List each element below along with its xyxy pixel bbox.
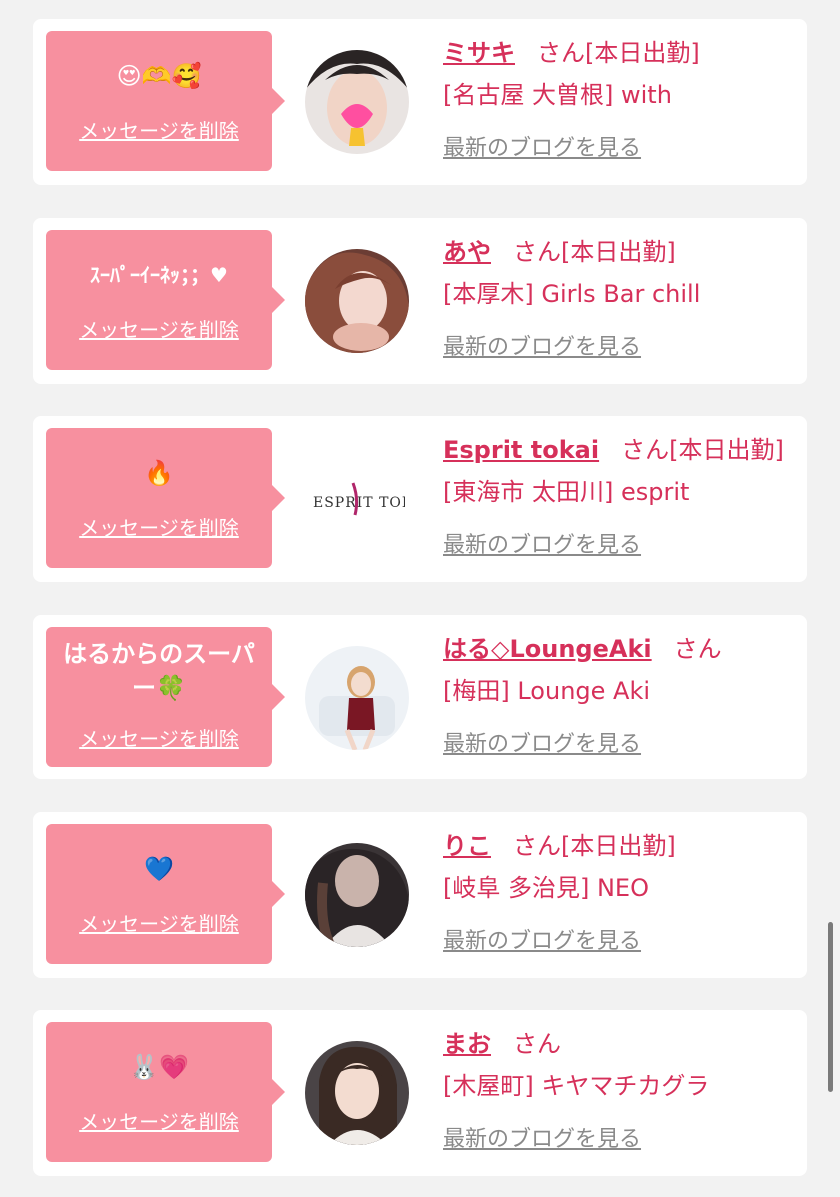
profile-name-link[interactable]: まお <box>443 1030 491 1058</box>
shop-info: [梅田] Lounge Aki <box>443 677 651 705</box>
scrollbar[interactable] <box>828 922 833 1092</box>
shop-info: [本厚木] Girls Bar chill <box>443 280 701 308</box>
latest-blog-link[interactable]: 最新のブログを見る <box>443 922 803 962</box>
message-text: 💙 <box>144 855 174 883</box>
avatar[interactable] <box>305 646 409 750</box>
message-text: 😍🫶🥰 <box>116 62 202 90</box>
delete-message-link[interactable]: メッセージを削除 <box>46 908 272 937</box>
profile-name-link[interactable]: Esprit tokai <box>443 436 599 464</box>
shop-info: [木屋町] キヤマチカグラ <box>443 1072 710 1100</box>
message-bubble: 🐰💗 メッセージを削除 <box>46 1022 285 1162</box>
logo-text: ESPRIT TOKAI <box>313 495 405 511</box>
status-badge: [本日出勤] <box>669 436 784 464</box>
shop-info: [東海市 太田川] esprit <box>443 478 690 506</box>
shop-info: [名古屋 大曽根] with <box>443 81 672 109</box>
profile-name-link[interactable]: はる◇LoungeAki <box>443 635 652 663</box>
latest-blog-link[interactable]: 最新のブログを見る <box>443 725 803 765</box>
shop-info: [岐阜 多治見] NEO <box>443 874 649 902</box>
message-card: はるからのスーパー🍀 メッセージを削除 はる◇LoungeAki さん [梅田] … <box>33 615 807 779</box>
profile-info: はる◇LoungeAki さん [梅田] Lounge Aki 最新のブログを見る <box>443 629 803 765</box>
honorific: さん <box>621 436 670 464</box>
avatar[interactable]: ESPRIT TOKAI <box>305 447 409 551</box>
message-card: 😍🫶🥰 メッセージを削除 ミサキ さん[本日出勤] [名古屋 大曽根] with … <box>33 19 807 185</box>
profile-name-link[interactable]: あや <box>443 238 491 266</box>
honorific: さん <box>673 635 722 663</box>
message-card: 💙 メッセージを削除 りこ さん[本日出勤] [岐阜 多治見] NEO 最新のブロ… <box>33 812 807 978</box>
message-bubble: はるからのスーパー🍀 メッセージを削除 <box>46 627 285 767</box>
profile-info: ミサキ さん[本日出勤] [名古屋 大曽根] with 最新のブログを見る <box>443 33 803 169</box>
message-text: 🐰💗 <box>129 1053 189 1081</box>
avatar[interactable] <box>305 1041 409 1145</box>
profile-info: あや さん[本日出勤] [本厚木] Girls Bar chill 最新のブログを… <box>443 232 803 368</box>
delete-message-link[interactable]: メッセージを削除 <box>46 723 272 752</box>
honorific: さん <box>513 832 561 860</box>
latest-blog-link[interactable]: 最新のブログを見る <box>443 328 803 368</box>
profile-name-link[interactable]: ミサキ <box>443 39 515 67</box>
delete-message-link[interactable]: メッセージを削除 <box>46 314 272 343</box>
honorific: さん <box>537 39 585 67</box>
message-card: 🐰💗 メッセージを削除 まお さん [木屋町] キヤマチカグラ 最新のブログを見る <box>33 1010 807 1176</box>
message-bubble: 😍🫶🥰 メッセージを削除 <box>46 31 285 171</box>
honorific: さん <box>513 238 561 266</box>
delete-message-link[interactable]: メッセージを削除 <box>46 512 272 541</box>
avatar[interactable] <box>305 843 409 947</box>
message-bubble: ｽｰﾊﾟｰｲｰﾈｯ；；♥ メッセージを削除 <box>46 230 285 370</box>
status-badge: [本日出勤] <box>585 39 700 67</box>
esprit-logo: ESPRIT TOKAI <box>305 447 409 551</box>
message-bubble: 🔥 メッセージを削除 <box>46 428 285 568</box>
honorific: さん <box>513 1030 561 1058</box>
profile-info: りこ さん[本日出勤] [岐阜 多治見] NEO 最新のブログを見る <box>443 826 803 962</box>
message-card: ｽｰﾊﾟｰｲｰﾈｯ；；♥ メッセージを削除 あや さん[本日出勤] [本厚木] G… <box>33 218 807 384</box>
status-badge: [本日出勤] <box>561 238 676 266</box>
message-card: 🔥 メッセージを削除 ESPRIT TOKAI Esprit tokai さん[本… <box>33 416 807 582</box>
message-text: 🔥 <box>144 459 174 487</box>
latest-blog-link[interactable]: 最新のブログを見る <box>443 526 803 566</box>
message-text: ｽｰﾊﾟｰｲｰﾈｯ；；♥ <box>90 263 228 287</box>
latest-blog-link[interactable]: 最新のブログを見る <box>443 1120 803 1160</box>
profile-name-link[interactable]: りこ <box>443 832 491 860</box>
latest-blog-link[interactable]: 最新のブログを見る <box>443 129 803 169</box>
delete-message-link[interactable]: メッセージを削除 <box>46 1106 272 1135</box>
avatar[interactable] <box>305 249 409 353</box>
avatar[interactable] <box>305 50 409 154</box>
message-bubble: 💙 メッセージを削除 <box>46 824 285 964</box>
profile-info: まお さん [木屋町] キヤマチカグラ 最新のブログを見る <box>443 1024 803 1160</box>
message-text: はるからのスーパー🍀 <box>63 640 255 702</box>
profile-info: Esprit tokai さん[本日出勤] [東海市 太田川] esprit 最新… <box>443 430 803 566</box>
status-badge: [本日出勤] <box>561 832 676 860</box>
delete-message-link[interactable]: メッセージを削除 <box>46 115 272 144</box>
